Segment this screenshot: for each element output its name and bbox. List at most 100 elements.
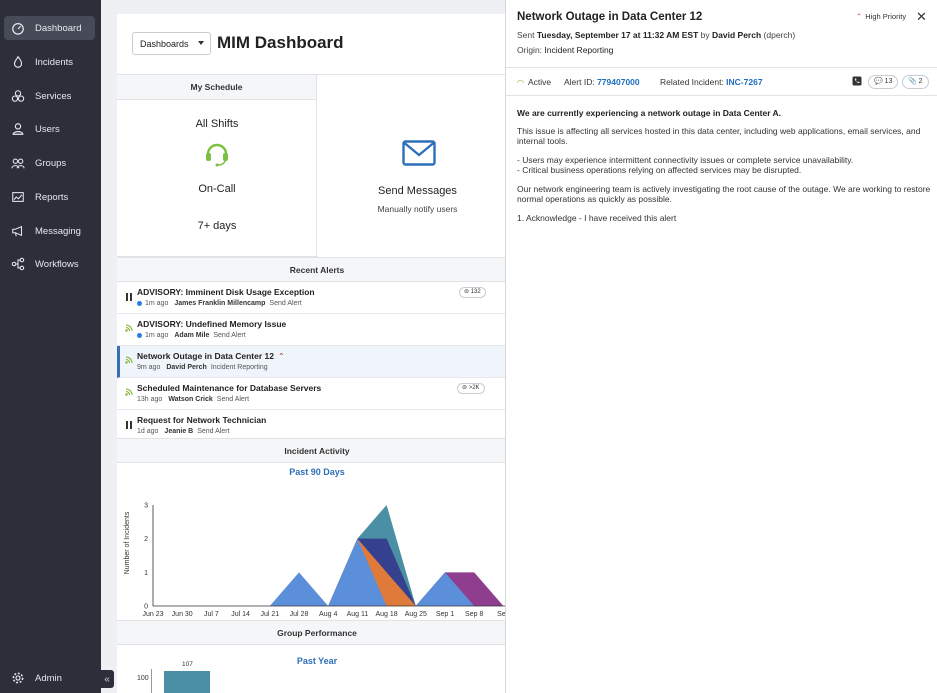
message-bullet: - Users may experience intermittent conn… (517, 155, 854, 165)
sidebar-item-label: Messaging (35, 225, 81, 237)
sidebar: Dashboard Incidents Services Users Group… (0, 0, 101, 693)
sidebar-item-admin[interactable]: Admin (4, 666, 95, 690)
schedule-status: On-Call (198, 183, 236, 195)
related-incident: Related Incident: INC-7267 (660, 77, 763, 87)
alert-source: Send Alert (197, 428, 230, 435)
collapse-sidebar-button[interactable]: « (100, 670, 114, 688)
sidebar-item-label: Users (35, 123, 60, 135)
sidebar-item-users[interactable]: Users (4, 117, 95, 141)
chart-x-tick: Aug 18 (376, 611, 398, 618)
message-lead: We are currently experiencing a network … (517, 108, 782, 118)
chart-x-tick: Jul 14 (231, 611, 250, 618)
incident-activity-chart: Past 90 Days Number of Incidents 0 1 2 3 Jun… (117, 463, 517, 643)
paperclip-icon: 📎 (908, 78, 919, 85)
sidebar-item-workflows[interactable]: Workflows (4, 252, 95, 276)
alert-row-selected[interactable]: Network Outage in Data Center 12 ⌃ 9m ago… (117, 346, 517, 378)
chart-y-tick: 100 (137, 675, 149, 682)
alert-meta: 1d ago Jeanie B Send Alert (137, 428, 230, 435)
flame-icon (10, 54, 26, 70)
chart-y-tick: 1 (144, 570, 148, 577)
chart-x-tick: Jul 7 (204, 611, 219, 618)
alert-row[interactable]: Scheduled Maintenance for Database Serve… (117, 378, 517, 410)
rss-icon (125, 388, 133, 398)
response-option[interactable]: 1. Acknowledge - I have received this al… (517, 213, 931, 223)
chart-y-axis-label: Number of Incidents (124, 511, 131, 574)
sent-by-word: by (700, 30, 710, 40)
alert-id-label: Alert ID: (564, 77, 595, 87)
dashboard-icon (10, 20, 26, 36)
chart-x-tick: Aug 4 (319, 611, 337, 618)
alert-source: Send Alert (216, 396, 250, 403)
related-incident-label: Related Incident: (660, 77, 724, 87)
responses-badge[interactable]: ⊜ >2K (457, 383, 485, 394)
status-badge: ◠ Active (517, 77, 551, 87)
bar-value-label: 107 (182, 661, 193, 668)
alert-row[interactable]: ADVISORY: Imminent Disk Usage Exception … (117, 282, 517, 314)
alert-sender: Watson Crick (168, 396, 213, 403)
high-priority-icon: ⌃ (277, 352, 285, 361)
responses-count: 132 (470, 289, 481, 295)
sidebar-item-dashboard[interactable]: Dashboard (4, 16, 95, 40)
sidebar-item-groups[interactable]: Groups (4, 151, 95, 175)
group-performance-subtitle: Past Year (296, 656, 338, 666)
gear-icon (10, 670, 26, 686)
comments-button[interactable]: 💬 13 (868, 75, 899, 89)
recent-alerts-list: ADVISORY: Imminent Disk Usage Exception … (117, 282, 517, 442)
alert-title: ADVISORY: Undefined Memory Issue (137, 319, 287, 329)
alert-detail-title: Network Outage in Data Center 12 (517, 11, 703, 23)
responses-badge[interactable]: ⊜ 132 (459, 287, 486, 298)
my-schedule-widget[interactable]: My Schedule All Shifts On-Call 7+ days (117, 75, 317, 257)
schedule-shift: All Shifts (195, 118, 239, 130)
origin-value: Incident Reporting (544, 45, 614, 55)
phone-icon[interactable] (852, 76, 862, 86)
schedule-duration: 7+ days (197, 220, 237, 232)
alert-id: Alert ID: 779407000 (564, 77, 640, 87)
close-icon[interactable]: ✕ (916, 9, 927, 25)
alert-row[interactable]: ADVISORY: Undefined Memory Issue 1m ago A… (117, 314, 517, 346)
chart-x-tick: Sep 8 (465, 611, 483, 618)
alert-meta-bar: ◠ Active Alert ID: 779407000 Related Inci… (506, 67, 937, 96)
alert-sender: David Perch (166, 364, 207, 371)
chart-title: Past 90 Days (289, 467, 345, 477)
alert-sender: Jeanie B (164, 428, 194, 435)
sidebar-item-label: Admin (35, 672, 62, 684)
message-paragraph: This issue is affecting all services hos… (517, 126, 921, 146)
sidebar-item-services[interactable]: Services (4, 84, 95, 108)
sent-info: Sent Tuesday, September 17 at 11:32 AM E… (517, 30, 795, 40)
priority-indicator: ⌃ High Priority (856, 12, 906, 21)
chevron-down-icon (198, 41, 204, 45)
comment-icon: 💬 (874, 78, 885, 85)
dashboards-dropdown-label: Dashboards (140, 38, 189, 49)
unread-dot-icon (137, 332, 142, 338)
chart-x-tick: Aug 25 (405, 611, 427, 618)
responses-count: >2K (468, 385, 480, 391)
alert-title: Request for Network Technician (137, 415, 267, 425)
pause-icon (125, 420, 133, 430)
sent-by: David Perch (712, 30, 762, 40)
send-messages-widget[interactable]: Send Messages Manually notify users (318, 75, 517, 257)
comments-count: 13 (884, 78, 893, 85)
group-performance-heading: Group Performance (117, 620, 517, 645)
priority-label: High Priority (865, 12, 907, 21)
dashboard-main: Dashboards MIM Dashboard My Schedule All… (117, 14, 517, 693)
incident-activity-svg: Past 90 Days Number of Incidents 0 1 2 3 Jun… (124, 467, 517, 618)
unread-dot-icon (137, 300, 142, 306)
alert-time: 9m ago (137, 364, 161, 371)
chart-x-tick: Aug 11 (347, 611, 369, 618)
sidebar-item-messaging[interactable]: Messaging (4, 219, 95, 243)
alert-message-body: We are currently experiencing a network … (517, 108, 931, 232)
sidebar-item-label: Groups (35, 157, 67, 169)
group-performance-chart: 100 107 (117, 661, 517, 693)
attachments-button[interactable]: 📎 2 (902, 75, 929, 89)
sent-prefix: Sent (517, 30, 535, 40)
alert-title-text: Network Outage in Data Center 12 (137, 351, 274, 361)
sidebar-item-reports[interactable]: Reports (4, 185, 95, 209)
sent-handle: (dperch) (763, 30, 796, 40)
sidebar-item-incidents[interactable]: Incidents (4, 50, 95, 74)
related-incident-link[interactable]: INC-7267 (726, 77, 762, 87)
alert-id-link[interactable]: 779407000 (597, 77, 640, 87)
dashboards-dropdown[interactable]: Dashboards (132, 32, 211, 55)
chart-x-tick: Jun 30 (172, 611, 193, 618)
alert-time: 1m ago (145, 332, 169, 339)
page-header: Dashboards MIM Dashboard (117, 14, 517, 74)
